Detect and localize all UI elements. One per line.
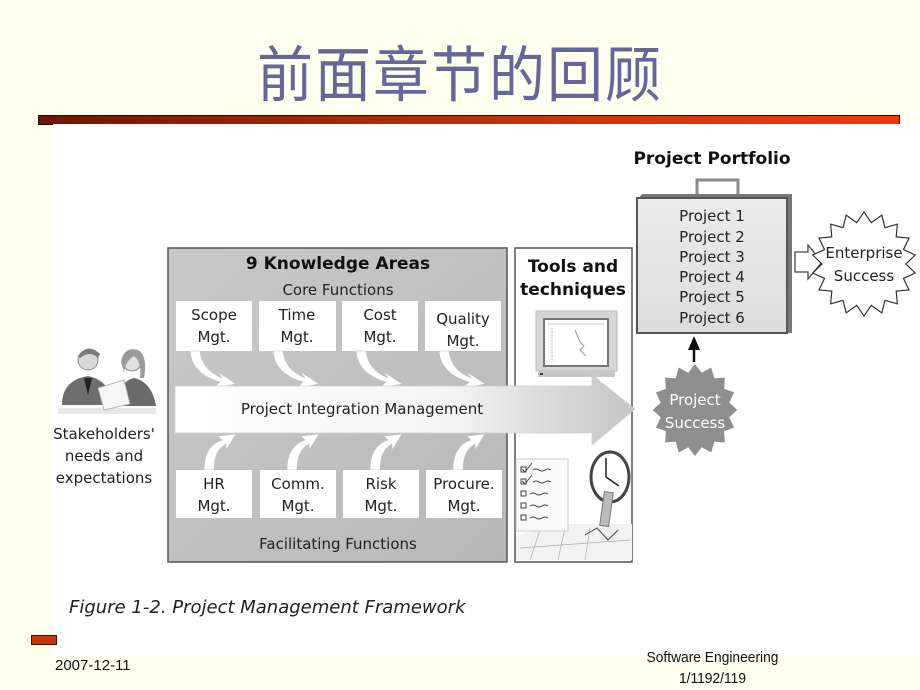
core-cost-box: Cost Mgt. xyxy=(342,301,418,351)
tools-title-line-1: Tools and xyxy=(528,257,618,277)
project-success-line-2: Success xyxy=(665,414,726,432)
portfolio-project-2: Project 2 xyxy=(679,228,745,246)
footer-course: Software Engineering xyxy=(646,649,779,666)
framework-figure: Stakeholders' needs and expectations 9 K… xyxy=(53,124,920,655)
core-scope-box: Scope Mgt. xyxy=(176,301,252,351)
facilitating-box-line-1: HR xyxy=(203,475,225,493)
facilitating-box-line-2: Mgt. xyxy=(281,497,314,515)
core-functions-label: Core Functions xyxy=(282,281,393,299)
enterprise-success-line-2: Success xyxy=(834,267,895,285)
footer-page-number: 1/1192/119 xyxy=(678,670,747,687)
portfolio-project-4: Project 4 xyxy=(679,268,745,286)
portfolio-project-5: Project 5 xyxy=(679,288,745,306)
project-success-line-1: Project xyxy=(669,391,720,409)
core-box-line-1: Quality xyxy=(436,310,490,328)
enterprise-success-line-1: Enterprise xyxy=(825,244,902,262)
footer-accent-bar xyxy=(31,635,57,645)
portfolio-project-6: Project 6 xyxy=(679,309,745,327)
core-box-line-2: Mgt. xyxy=(446,332,479,350)
facilitating-functions-label: Facilitating Functions xyxy=(259,535,417,553)
computer-monitor-icon xyxy=(535,310,618,377)
core-box-line-1: Time xyxy=(278,306,316,324)
stakeholders-label-line-1: Stakeholders' xyxy=(53,425,155,443)
knowledge-areas-title: 9 Knowledge Areas xyxy=(246,254,430,274)
footer-date: 2007-12-11 xyxy=(55,657,131,674)
facilitating-hr-box: HR Mgt. xyxy=(176,470,252,518)
portfolio-project-1: Project 1 xyxy=(679,207,745,225)
facilitating-box-line-2: Mgt. xyxy=(447,497,480,515)
people-meeting-icon xyxy=(58,348,156,414)
portfolio-title: Project Portfolio xyxy=(633,149,790,169)
integration-label: Project Integration Management xyxy=(241,400,483,418)
facilitating-box-line-1: Comm. xyxy=(271,475,325,493)
core-box-line-1: Scope xyxy=(191,306,237,324)
portfolio-project-3: Project 3 xyxy=(679,248,745,266)
enterprise-success-starburst xyxy=(811,210,917,318)
core-quality-box: Quality Mgt. xyxy=(425,301,501,351)
framework-diagram: Stakeholders' needs and expectations 9 K… xyxy=(53,149,917,618)
figure-caption: Figure 1-2. Project Management Framework xyxy=(69,597,467,618)
facilitating-box-line-1: Risk xyxy=(365,475,396,493)
slide-title: 前面章节的回顾 xyxy=(257,40,663,111)
facilitating-procure-box: Procure. Mgt. xyxy=(426,470,502,518)
core-box-line-1: Cost xyxy=(363,306,396,324)
project-success-starburst xyxy=(652,364,738,456)
core-box-line-2: Mgt. xyxy=(363,328,396,346)
stakeholders-label-line-2: needs and xyxy=(65,447,143,465)
footer-course-info: Software Engineering 1/1192/119 xyxy=(600,647,825,689)
core-time-box: Time Mgt. xyxy=(259,301,336,351)
core-box-line-2: Mgt. xyxy=(280,328,313,346)
tools-title-line-2: techniques xyxy=(520,280,626,300)
core-box-line-2: Mgt. xyxy=(197,328,230,346)
arrow-up-icon xyxy=(688,336,700,362)
facilitating-box-line-2: Mgt. xyxy=(197,497,230,515)
facilitating-box-line-2: Mgt. xyxy=(364,497,397,515)
facilitating-comm-box: Comm. Mgt. xyxy=(260,470,336,518)
facilitating-risk-box: Risk Mgt. xyxy=(343,470,419,518)
facilitating-box-line-1: Procure. xyxy=(433,475,494,493)
stakeholders-label-line-3: expectations xyxy=(56,469,153,487)
